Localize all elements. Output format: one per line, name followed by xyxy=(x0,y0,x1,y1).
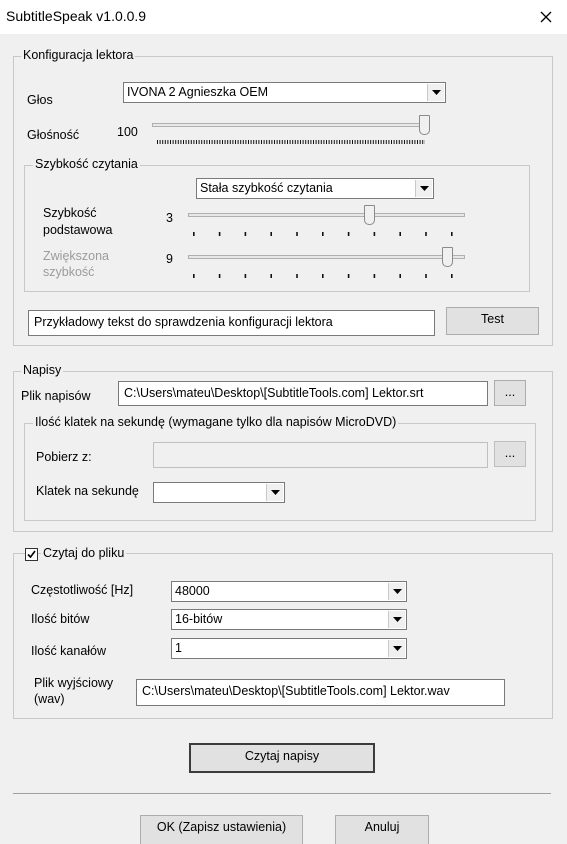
fps-group xyxy=(24,423,536,521)
read-subtitles-button-label: Czytaj napisy xyxy=(244,749,320,763)
frequency-select[interactable]: 48000 xyxy=(171,581,407,602)
bits-value: 16-bitów xyxy=(175,612,223,626)
increased-speed-label-line2: szybkość xyxy=(43,265,95,279)
increased-speed-slider-thumb[interactable] xyxy=(442,247,453,267)
subtitles-group-title: Napisy xyxy=(21,363,64,377)
speed-mode-value: Stała szybkość czytania xyxy=(200,181,333,195)
chevron-down-icon xyxy=(393,646,402,651)
voice-select[interactable]: IVONA 2 Agnieszka OEM xyxy=(123,82,446,103)
voice-dropdown-button[interactable] xyxy=(427,84,444,101)
bottom-separator xyxy=(13,793,551,794)
output-file-label: Plik wyjściowy xyxy=(34,676,114,690)
volume-slider-ticks xyxy=(157,140,425,144)
bits-select[interactable]: 16-bitów xyxy=(171,609,407,630)
title-bar: SubtitleSpeak v1.0.0.9 xyxy=(0,0,567,34)
bits-label: Ilość bitów xyxy=(31,612,90,626)
checkmark-icon xyxy=(27,550,36,559)
read-to-file-label[interactable]: Czytaj do pliku xyxy=(41,546,127,560)
browse-button-label: ... xyxy=(504,385,516,399)
voice-label: Głos xyxy=(27,93,53,107)
channels-dropdown-button[interactable] xyxy=(388,640,405,657)
channels-label: Ilość kanałów xyxy=(31,644,107,658)
cancel-button[interactable]: Anuluj xyxy=(335,815,429,844)
voice-select-value: IVONA 2 Agnieszka OEM xyxy=(127,85,269,99)
base-speed-slider-thumb[interactable] xyxy=(364,205,375,225)
subtitle-file-label: Plik napisów xyxy=(21,389,91,403)
read-subtitles-button[interactable]: Czytaj napisy xyxy=(189,743,375,773)
base-speed-value: 3 xyxy=(166,211,173,225)
fps-source-input[interactable] xyxy=(153,442,488,468)
speed-group-title: Szybkość czytania xyxy=(33,157,140,171)
base-speed-label: Szybkość xyxy=(43,206,97,220)
chevron-down-icon xyxy=(432,90,441,95)
speed-mode-select[interactable]: Stała szybkość czytania xyxy=(196,178,434,199)
close-button[interactable] xyxy=(532,3,560,31)
cancel-button-label: Anuluj xyxy=(364,820,400,834)
fps-browse-button-label: ... xyxy=(504,446,516,460)
subtitle-file-value: C:\Users\mateu\Desktop\[SubtitleTools.co… xyxy=(124,386,424,400)
window-title: SubtitleSpeak v1.0.0.9 xyxy=(6,8,147,24)
increased-speed-slider-track[interactable] xyxy=(188,255,465,259)
lector-config-title: Konfiguracja lektora xyxy=(21,48,136,62)
increased-speed-slider-ticks xyxy=(193,274,461,278)
chevron-down-icon xyxy=(393,617,402,622)
increased-speed-value: 9 xyxy=(166,252,173,266)
fps-group-title: Ilość klatek na sekundę (wymagane tylko … xyxy=(33,415,399,429)
frequency-value: 48000 xyxy=(175,584,210,598)
fps-label: Klatek na sekundę xyxy=(36,484,139,498)
output-file-label-line2: (wav) xyxy=(34,692,65,706)
channels-select[interactable]: 1 xyxy=(171,638,407,659)
sample-text-input[interactable]: Przykładowy tekst do sprawdzenia konfigu… xyxy=(28,310,435,336)
close-icon xyxy=(540,11,552,23)
bits-dropdown-button[interactable] xyxy=(388,611,405,628)
volume-slider-track[interactable] xyxy=(152,123,430,127)
subtitle-file-browse-button[interactable]: ... xyxy=(494,380,526,406)
frequency-dropdown-button[interactable] xyxy=(388,583,405,600)
volume-slider-thumb[interactable] xyxy=(419,115,430,135)
ok-button[interactable]: OK (Zapisz ustawienia) xyxy=(140,815,303,844)
fps-dropdown-button[interactable] xyxy=(266,484,283,501)
fps-source-browse-button[interactable]: ... xyxy=(494,441,526,467)
frequency-label: Częstotliwość [Hz] xyxy=(31,583,134,597)
read-to-file-checkbox[interactable] xyxy=(25,548,38,561)
output-file-value: C:\Users\mateu\Desktop\[SubtitleTools.co… xyxy=(142,684,450,698)
fps-select[interactable] xyxy=(153,482,285,503)
increased-speed-label: Zwiększona xyxy=(43,249,109,263)
base-speed-slider-track[interactable] xyxy=(188,213,465,217)
base-speed-slider-ticks xyxy=(193,232,461,236)
chevron-down-icon xyxy=(271,490,280,495)
test-button-label: Test xyxy=(481,312,504,326)
base-speed-label-line2: podstawowa xyxy=(43,223,113,237)
subtitle-file-input[interactable]: C:\Users\mateu\Desktop\[SubtitleTools.co… xyxy=(118,381,488,406)
chevron-down-icon xyxy=(420,186,429,191)
test-button[interactable]: Test xyxy=(446,307,539,335)
channels-value: 1 xyxy=(175,641,182,655)
volume-value: 100 xyxy=(117,125,138,139)
dialog-client: Konfiguracja lektora Głos IVONA 2 Agnies… xyxy=(0,34,567,844)
chevron-down-icon xyxy=(393,589,402,594)
ok-button-label: OK (Zapisz ustawienia) xyxy=(156,820,287,834)
volume-label: Głośność xyxy=(27,128,80,142)
fps-source-label: Pobierz z: xyxy=(36,450,92,464)
sample-text-value: Przykładowy tekst do sprawdzenia konfigu… xyxy=(34,315,333,329)
output-file-input[interactable]: C:\Users\mateu\Desktop\[SubtitleTools.co… xyxy=(136,679,505,706)
speed-mode-dropdown-button[interactable] xyxy=(415,180,432,197)
